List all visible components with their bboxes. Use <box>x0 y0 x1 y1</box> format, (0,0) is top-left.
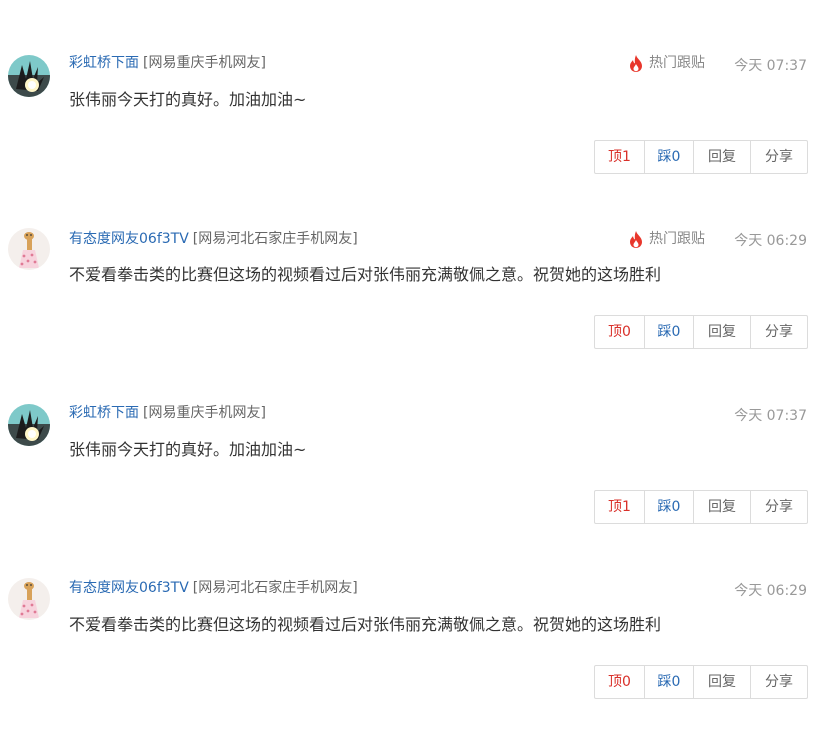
user-location: [网易重庆手机网友] <box>143 405 266 421</box>
reply-button[interactable]: 回复 <box>694 141 751 173</box>
comment-content: 不爱看拳击类的比赛但这场的视频看过后对张伟丽充满敬佩之意。祝贺她的这场胜利 <box>69 615 662 634</box>
hot-label: 热门跟贴 <box>649 55 705 71</box>
comment-actions: 顶1 踩0 回复 分享 <box>594 140 808 174</box>
upvote-button[interactable]: 顶1 <box>595 141 645 173</box>
share-button[interactable]: 分享 <box>751 491 807 523</box>
comment-time: 今天 06:29 <box>734 233 807 249</box>
giraffe-avatar-icon <box>8 228 50 270</box>
user-location: [网易河北石家庄手机网友] <box>192 231 358 247</box>
hand-light-avatar-icon <box>8 55 50 97</box>
comment-item: 有态度网友06f3TV [网易河北石家庄手机网友] 热门跟贴 今天 06:29 不… <box>0 228 830 405</box>
comment-actions: 顶0 踩0 回复 分享 <box>594 315 808 349</box>
user-location: [网易河北石家庄手机网友] <box>192 580 358 596</box>
user-avatar[interactable] <box>8 578 50 620</box>
hot-badge: 热门跟贴 <box>629 230 705 248</box>
user-avatar[interactable] <box>8 55 50 97</box>
upvote-button[interactable]: 顶0 <box>595 666 645 698</box>
comment-time: 今天 06:29 <box>734 583 807 599</box>
giraffe-avatar-icon <box>8 578 50 620</box>
user-avatar[interactable] <box>8 228 50 270</box>
comment-content: 张伟丽今天打的真好。加油加油~ <box>69 440 307 459</box>
comment-item: 彩虹桥下面 [网易重庆手机网友] 热门跟贴 今天 07:37 张伟丽今天打的真好。… <box>0 54 830 230</box>
user-location: [网易重庆手机网友] <box>143 55 266 71</box>
downvote-button[interactable]: 踩0 <box>645 141 694 173</box>
comment-actions: 顶1 踩0 回复 分享 <box>594 490 808 524</box>
reply-button[interactable]: 回复 <box>694 316 751 348</box>
hand-light-avatar-icon <box>8 404 50 446</box>
comment-time: 今天 07:37 <box>734 408 807 424</box>
hot-label: 热门跟贴 <box>649 231 705 247</box>
comment-content: 不爱看拳击类的比赛但这场的视频看过后对张伟丽充满敬佩之意。祝贺她的这场胜利 <box>69 265 662 284</box>
hot-badge: 热门跟贴 <box>629 54 705 72</box>
comment-content: 张伟丽今天打的真好。加油加油~ <box>69 90 307 109</box>
comment-item: 有态度网友06f3TV [网易河北石家庄手机网友] 今天 06:29 不爱看拳击类… <box>0 578 830 754</box>
upvote-button[interactable]: 顶0 <box>595 316 645 348</box>
username-link[interactable]: 彩虹桥下面 <box>69 405 139 421</box>
flame-icon <box>630 230 642 248</box>
share-button[interactable]: 分享 <box>751 141 807 173</box>
username-link[interactable]: 有态度网友06f3TV <box>69 580 189 596</box>
reply-button[interactable]: 回复 <box>694 666 751 698</box>
username-link[interactable]: 有态度网友06f3TV <box>69 231 189 247</box>
downvote-button[interactable]: 踩0 <box>645 666 694 698</box>
share-button[interactable]: 分享 <box>751 666 807 698</box>
reply-button[interactable]: 回复 <box>694 491 751 523</box>
user-avatar[interactable] <box>8 404 50 446</box>
upvote-button[interactable]: 顶1 <box>595 491 645 523</box>
comment-time: 今天 07:37 <box>734 58 807 74</box>
downvote-button[interactable]: 踩0 <box>645 491 694 523</box>
comment-actions: 顶0 踩0 回复 分享 <box>594 665 808 699</box>
share-button[interactable]: 分享 <box>751 316 807 348</box>
username-link[interactable]: 彩虹桥下面 <box>69 55 139 71</box>
downvote-button[interactable]: 踩0 <box>645 316 694 348</box>
comment-item: 彩虹桥下面 [网易重庆手机网友] 今天 07:37 张伟丽今天打的真好。加油加油~… <box>0 404 830 579</box>
flame-icon <box>630 54 642 72</box>
